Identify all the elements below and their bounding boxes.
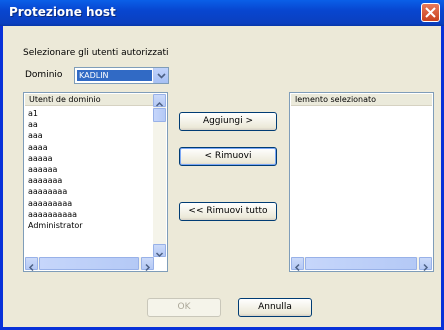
chevron-right-icon (423, 263, 429, 272)
column-header-selected[interactable]: lemento selezionato (291, 94, 432, 106)
cancel-button[interactable]: Annulla (238, 298, 312, 317)
left-horizontal-scrollbar[interactable] (25, 257, 154, 272)
window-title: Protezione host (9, 5, 116, 19)
column-header-domain-users[interactable]: Utenti de dominio (25, 94, 154, 106)
domain-users-items: a1 aa aaa aaaa aaaaa aaaaaa aaaaaaa aaaa… (28, 108, 83, 231)
close-icon (425, 7, 436, 18)
list-item[interactable]: aaaaaaaaa (28, 198, 83, 209)
title-bar[interactable]: Protezione host (0, 0, 444, 26)
list-item[interactable]: a1 (28, 108, 83, 119)
add-button[interactable]: Aggiungi > (179, 112, 277, 131)
chevron-down-icon (155, 252, 164, 258)
scroll-right-button[interactable] (141, 257, 154, 272)
close-button[interactable] (421, 3, 440, 22)
remove-all-button[interactable]: << Rimuovi tutto (179, 202, 277, 221)
list-item[interactable]: aaaaa (28, 153, 83, 164)
list-item[interactable]: aaaaaaa (28, 175, 83, 186)
scroll-down-button[interactable] (153, 244, 166, 258)
dialog-window: Protezione host Selezionare gli utenti a… (0, 0, 444, 330)
right-horizontal-scrollbar[interactable] (291, 257, 432, 272)
domain-label: Dominio (25, 70, 63, 80)
scroll-left-button[interactable] (291, 257, 304, 272)
domain-users-list[interactable]: Utenti de dominio a1 aa aaa aaaa aaaaa a… (23, 92, 168, 272)
list-item[interactable]: aa (28, 119, 83, 130)
selected-items-list[interactable]: lemento selezionato (289, 92, 434, 272)
scroll-left-button[interactable] (25, 257, 38, 272)
ok-button[interactable]: OK (147, 298, 221, 317)
left-vertical-scrollbar[interactable] (153, 94, 166, 258)
list-item[interactable]: Administrator (28, 220, 83, 231)
list-item[interactable]: aaaa (28, 142, 83, 153)
chevron-down-icon[interactable] (153, 68, 168, 83)
chevron-left-icon (28, 263, 34, 272)
scroll-right-button[interactable] (419, 257, 432, 272)
list-item[interactable]: aaaaaaaa (28, 186, 83, 197)
scroll-thumb[interactable] (153, 108, 166, 122)
horizontal-scroll-thumb[interactable] (305, 257, 417, 270)
domain-select-value: KADLIN (77, 70, 152, 81)
list-item[interactable]: aaa (28, 130, 83, 141)
scroll-up-button[interactable] (153, 94, 166, 107)
remove-button[interactable]: < Rimuovi (179, 147, 277, 166)
list-item[interactable]: aaaaaaaaaa (28, 209, 83, 220)
chevron-left-icon (294, 263, 300, 272)
list-item[interactable]: aaaaaa (28, 164, 83, 175)
instruction-label: Selezionare gli utenti autorizzati (23, 48, 169, 58)
chevron-right-icon (145, 263, 151, 272)
horizontal-scroll-thumb[interactable] (39, 257, 139, 270)
domain-select[interactable]: KADLIN (74, 67, 169, 84)
